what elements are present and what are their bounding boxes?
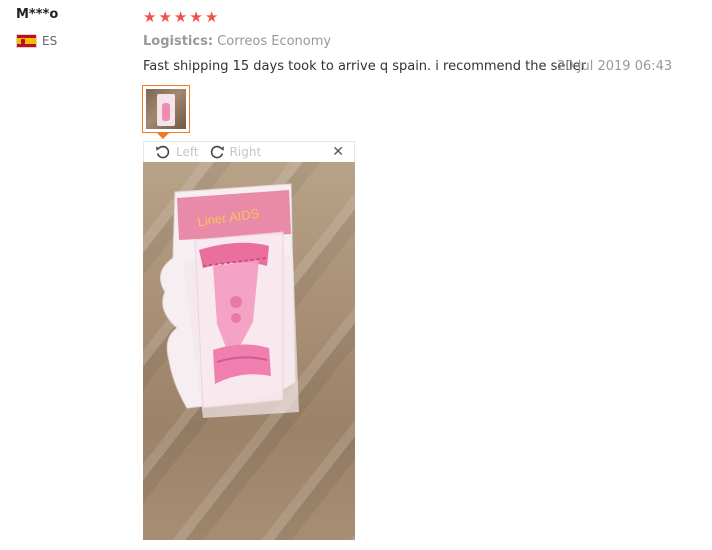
- logistics-label: Logistics:: [143, 34, 214, 49]
- image-viewer-toolbar: Left Right ✕: [143, 141, 355, 162]
- star-icon: ★: [189, 8, 203, 26]
- review-date: 20 Jul 2019 06:43: [557, 59, 673, 74]
- review-text: Fast shipping 15 days took to arrive q s…: [143, 59, 586, 74]
- product-photo: Liner AIDS: [160, 183, 299, 418]
- country-code: ES: [42, 34, 58, 48]
- close-icon[interactable]: ✕: [332, 144, 344, 160]
- star-rating: ★ ★ ★ ★ ★: [143, 9, 218, 25]
- rotate-left-icon: [156, 145, 170, 159]
- review-photo-large: Liner AIDS: [143, 162, 355, 540]
- reviewer-name: M***o: [16, 7, 59, 22]
- thumbnail-pointer: [157, 133, 169, 139]
- review-photo-thumbnail[interactable]: [142, 85, 190, 133]
- reviewer-country: ES: [16, 34, 57, 48]
- rotate-left-button[interactable]: Left: [155, 144, 199, 160]
- logistics-info: Logistics: Correos Economy: [143, 34, 331, 49]
- rotate-right-label: Right: [229, 145, 262, 159]
- rotate-right-icon: [210, 145, 224, 159]
- logistics-value: Correos Economy: [217, 34, 332, 49]
- star-icon: ★: [143, 8, 157, 26]
- star-icon: ★: [173, 8, 188, 26]
- spain-flag-icon: [16, 34, 37, 48]
- rotate-right-button[interactable]: Right: [209, 144, 262, 160]
- star-icon: ★: [158, 8, 172, 26]
- star-icon: ★: [204, 8, 219, 26]
- rotate-left-label: Left: [176, 145, 199, 159]
